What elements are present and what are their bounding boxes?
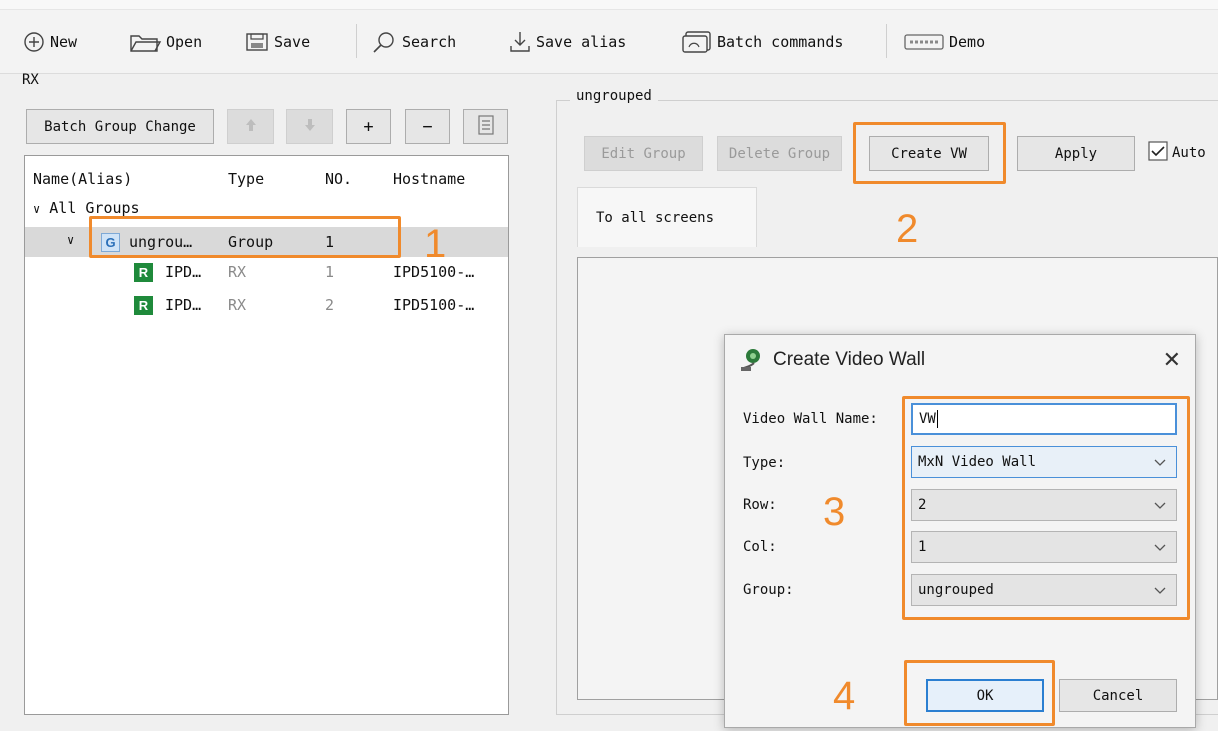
device-type: RX [228,296,247,314]
device-hostname: IPD5100-… [393,296,475,314]
type-value: MxN Video Wall [918,454,1037,470]
toolbar-separator [886,24,887,58]
new-button[interactable]: New [22,24,77,60]
video-wall-name-label: Video Wall Name: [743,411,878,427]
batch-commands-button[interactable]: Batch commands [681,24,843,60]
search-label: Search [402,33,457,51]
row-value: 2 [918,497,927,513]
column-header-no[interactable]: NO. [325,170,352,188]
open-label: Open [166,33,203,51]
type-label: Type: [743,455,786,471]
arrow-up-icon [244,117,258,137]
create-vw-button[interactable]: Create VW [869,136,989,171]
cancel-button[interactable]: Cancel [1059,679,1177,712]
col-label: Col: [743,539,777,555]
auto-label: Auto [1172,145,1206,161]
video-wall-name-input[interactable]: VW [911,403,1177,435]
chevron-down-icon: ∨ [33,202,41,216]
save-icon [244,30,270,54]
new-label: New [50,33,78,51]
row-select[interactable]: 2 [911,489,1177,521]
remove-button[interactable]: − [405,109,450,144]
auto-checkbox[interactable]: Auto [1148,141,1206,165]
tab-to-all-screens[interactable]: To all screens [577,187,757,247]
batch-commands-label: Batch commands [717,33,844,51]
new-icon [22,30,46,54]
close-icon[interactable]: ✕ [1163,347,1181,373]
create-video-wall-dialog: Create Video Wall ✕ Video Wall Name: VW … [724,334,1196,728]
group-type: Group [228,233,274,251]
dialog-title: Create Video Wall [773,349,926,370]
group-value: ungrouped [918,582,994,598]
window-top-edge [0,0,1218,10]
tree-root-label: All Groups [49,199,140,217]
annotation-step-3: 3 [823,490,846,534]
group-select[interactable]: ungrouped [911,574,1177,606]
checkbox-checked-icon [1148,141,1168,165]
text-cursor [936,410,938,428]
chevron-down-icon [1154,454,1166,474]
ok-button[interactable]: OK [926,679,1044,712]
chevron-down-icon [1154,497,1166,517]
batch-group-change-button[interactable]: Batch Group Change [26,109,214,144]
add-button[interactable]: + [346,109,391,144]
toolbar: New Open Save Search Save alias Batch co… [0,0,1218,74]
column-header-type[interactable]: Type [228,170,264,188]
chevron-down-icon[interactable]: ∨ [67,233,74,247]
apply-button[interactable]: Apply [1017,136,1135,171]
edit-group-button[interactable]: Edit Group [584,136,703,171]
receiver-badge-icon: R [134,263,153,282]
annotation-step-4: 4 [833,674,856,718]
device-type: RX [228,263,247,281]
device-name[interactable]: IPD… [165,296,201,314]
tree-root-all-groups[interactable]: ∨ All Groups [33,199,140,217]
open-button[interactable]: Open [128,24,202,60]
device-name[interactable]: IPD… [165,263,201,281]
save-alias-label: Save alias [536,33,627,51]
column-header-hostname[interactable]: Hostname [393,170,465,188]
demo-icon [903,30,945,54]
device-no: 2 [325,296,335,314]
download-icon [508,29,532,55]
delete-group-button[interactable]: Delete Group [717,136,842,171]
move-up-button[interactable] [227,109,274,144]
folder-open-icon [128,30,162,54]
search-button[interactable]: Search [370,24,456,60]
annotation-step-1: 1 [424,222,447,266]
save-label: Save [274,33,311,51]
col-value: 1 [918,539,927,555]
batch-commands-icon [681,29,713,55]
group-no: 1 [325,233,335,251]
chevron-down-icon [1154,582,1166,602]
search-icon [370,29,398,55]
receiver-badge-icon: R [134,296,153,315]
column-header-name[interactable]: Name(Alias) [33,170,132,188]
demo-label: Demo [949,33,986,51]
group-badge-icon: G [101,233,120,252]
save-button[interactable]: Save [244,24,310,60]
col-select[interactable]: 1 [911,531,1177,563]
toolbar-separator [356,24,357,58]
demo-button[interactable]: Demo [903,24,985,60]
row-label: Row: [743,497,777,513]
group-title: ungrouped [570,88,658,104]
type-select[interactable]: MxN Video Wall [911,446,1177,478]
arrow-down-icon [303,117,317,137]
list-icon [477,114,495,140]
video-wall-icon [739,347,765,377]
device-no: 1 [325,263,335,281]
details-button[interactable] [463,109,508,144]
tab-label: To all screens [596,210,715,226]
save-alias-button[interactable]: Save alias [508,24,626,60]
annotation-step-2: 2 [896,207,919,251]
group-name: ungrou… [129,233,193,251]
group-label: Group: [743,582,794,598]
move-down-button[interactable] [286,109,333,144]
video-wall-name-value: VW [919,411,936,427]
rx-panel-title: RX [22,72,39,88]
chevron-down-icon [1154,539,1166,559]
